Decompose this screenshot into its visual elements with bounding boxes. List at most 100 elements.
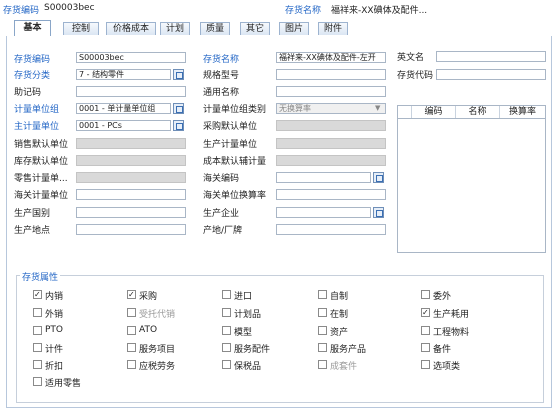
unit-group-picker-icon[interactable]: [173, 103, 184, 114]
attr-label: 在制: [330, 310, 349, 320]
attr-checkbox[interactable]: [222, 308, 231, 317]
attr-checkbox: [127, 308, 136, 317]
attr-checkbox[interactable]: [33, 343, 42, 352]
manufacturer-picker-icon[interactable]: [373, 207, 384, 218]
english-name-field[interactable]: [436, 51, 546, 62]
unit-group-type-label: 计量单位组类别: [203, 105, 267, 115]
customs-rate-label: 海关单位换算率: [203, 191, 267, 201]
tab-attachment[interactable]: 附件: [318, 22, 348, 35]
name-field[interactable]: 福祥来-XX碘体及配件-左开: [276, 52, 386, 63]
customs-unit-field[interactable]: [76, 189, 186, 200]
unit-table-col-name[interactable]: 名称: [456, 106, 500, 118]
tab-bar: 基本 控制 价格成本 计划 质量 其它 图片 附件: [6, 20, 552, 37]
common-name-field[interactable]: [276, 86, 386, 97]
unit-table[interactable]: 编码 名称 换算率: [397, 105, 546, 253]
attr-label: 自制: [330, 292, 349, 302]
main-unit-picker-icon[interactable]: [173, 120, 184, 131]
attr-checkbox[interactable]: [222, 360, 231, 369]
tab-basic[interactable]: 基本: [14, 20, 51, 37]
attr-checkbox[interactable]: [318, 343, 327, 352]
attr-label: 应税劳务: [139, 362, 176, 372]
attr-checkbox[interactable]: [33, 290, 42, 299]
header-name-value: 福祥来-XX碘体及配件...: [331, 6, 428, 16]
inventory-code-field[interactable]: [436, 69, 546, 80]
tab-plan[interactable]: 计划: [160, 22, 190, 35]
attr-checkbox[interactable]: [421, 326, 430, 335]
unit-table-col-code[interactable]: 编码: [412, 106, 456, 118]
attr-checkbox[interactable]: [222, 343, 231, 352]
attr-label: 计划品: [234, 310, 262, 320]
attr-checkbox[interactable]: [33, 360, 42, 369]
unit-group-field[interactable]: 0001 - 单计量单位组: [76, 103, 171, 114]
attributes-group: [16, 275, 544, 403]
attr-checkbox[interactable]: [33, 377, 42, 386]
origin-country-field[interactable]: [76, 207, 186, 218]
attr-checkbox[interactable]: [127, 360, 136, 369]
sales-unit-label: 销售默认单位: [14, 140, 69, 150]
attr-checkbox[interactable]: [318, 308, 327, 317]
attr-label: 采购: [139, 292, 158, 302]
attr-checkbox[interactable]: [421, 308, 430, 317]
attr-label: 委外: [433, 292, 452, 302]
attr-checkbox[interactable]: [33, 308, 42, 317]
producer-label: 产地/厂牌: [203, 226, 243, 236]
attr-checkbox[interactable]: [421, 343, 430, 352]
attr-label: 受托代销: [139, 310, 176, 320]
production-unit-label: 生产计量单位: [203, 140, 258, 150]
tab-other[interactable]: 其它: [240, 22, 270, 35]
spec-field[interactable]: [276, 69, 386, 80]
category-field[interactable]: 7 - 结构零件: [76, 69, 171, 80]
attr-label: 保税品: [234, 362, 262, 372]
tab-quality[interactable]: 质量: [200, 22, 230, 35]
attr-label: 成套件: [330, 362, 358, 372]
attr-checkbox[interactable]: [318, 326, 327, 335]
attr-label: 选项类: [433, 362, 461, 372]
chevron-down-icon: ▼: [375, 104, 381, 112]
attributes-title: 存货属性: [20, 270, 61, 283]
customs-code-picker-icon[interactable]: [373, 172, 384, 183]
english-name-label: 英文名: [397, 53, 425, 63]
attr-label: 服务项目: [139, 345, 176, 355]
stock-unit-field: [76, 155, 186, 166]
tab-price-cost[interactable]: 价格成本: [106, 22, 156, 35]
attr-checkbox[interactable]: [421, 290, 430, 299]
attr-checkbox[interactable]: [222, 326, 231, 335]
category-picker-icon[interactable]: [173, 69, 184, 80]
main-unit-field[interactable]: 0001 - PCs: [76, 120, 171, 131]
retail-unit-field: [76, 172, 186, 183]
purchase-unit-label: 采购默认单位: [203, 122, 258, 132]
cost-unit-label: 成本默认辅计量: [203, 157, 267, 167]
code-label: 存货编码: [14, 55, 51, 65]
tab-control[interactable]: 控制: [63, 22, 99, 35]
unit-group-label: 计量单位组: [14, 105, 60, 115]
attr-checkbox[interactable]: [127, 343, 136, 352]
attr-checkbox[interactable]: [318, 290, 327, 299]
retail-unit-label: 零售计量单...: [14, 174, 68, 184]
main-unit-label: 主计量单位: [14, 122, 60, 132]
customs-code-field[interactable]: [276, 172, 371, 183]
attr-label: 适用零售: [45, 379, 82, 389]
customs-unit-label: 海关计量单位: [14, 191, 69, 201]
attr-label: 服务产品: [330, 345, 367, 355]
attr-checkbox[interactable]: [33, 326, 42, 335]
customs-code-label: 海关编码: [203, 174, 240, 184]
attr-checkbox[interactable]: [222, 290, 231, 299]
code-field[interactable]: S00003bec: [76, 52, 186, 63]
stock-unit-label: 库存默认单位: [14, 157, 69, 167]
header-name-label: 存货名称: [285, 6, 322, 16]
tab-image[interactable]: 图片: [279, 22, 309, 35]
attr-label: 服务配件: [234, 345, 271, 355]
producer-field[interactable]: [276, 224, 386, 235]
origin-place-label: 生产地点: [14, 226, 51, 236]
mnemonic-label: 助记码: [14, 88, 42, 98]
attr-checkbox[interactable]: [421, 360, 430, 369]
unit-table-col-rate[interactable]: 换算率: [500, 106, 545, 118]
mnemonic-field[interactable]: [76, 86, 186, 97]
origin-place-field[interactable]: [76, 224, 186, 235]
attr-label: 模型: [234, 328, 253, 338]
production-unit-field: [276, 138, 386, 149]
manufacturer-field[interactable]: [276, 207, 371, 218]
customs-rate-field[interactable]: [276, 189, 386, 200]
attr-checkbox[interactable]: [127, 326, 136, 335]
attr-checkbox[interactable]: [127, 290, 136, 299]
